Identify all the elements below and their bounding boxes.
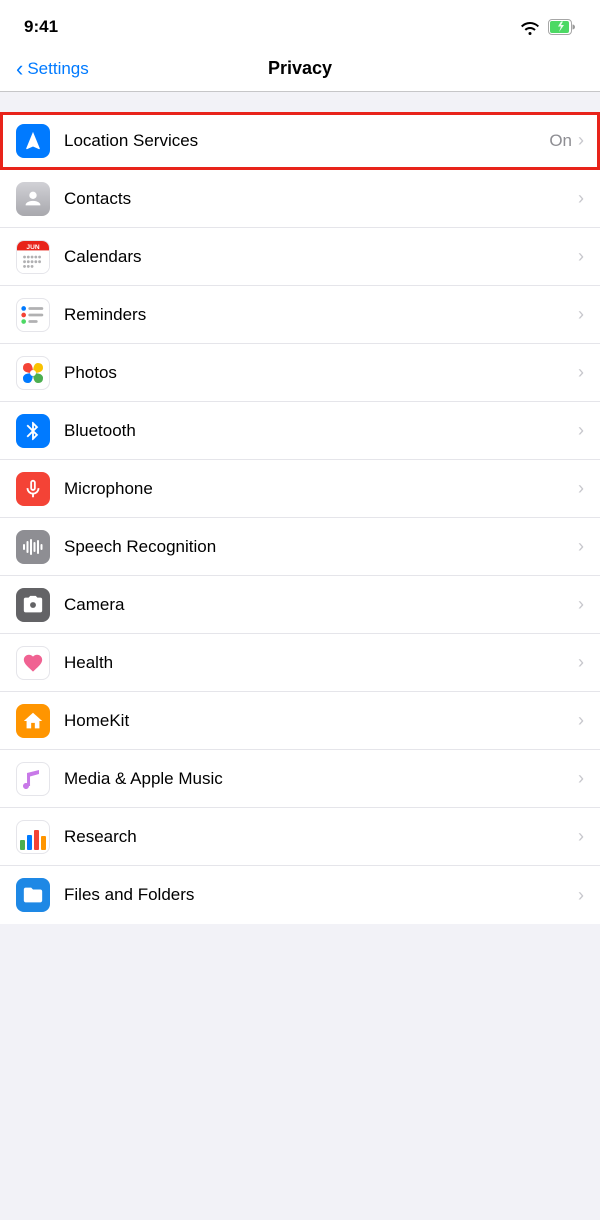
photos-label: Photos	[64, 363, 578, 383]
location-services-chevron: ›	[578, 130, 584, 151]
homekit-icon	[16, 704, 50, 738]
list-item-bluetooth[interactable]: Bluetooth ›	[0, 402, 600, 460]
back-label: Settings	[27, 59, 88, 79]
back-button[interactable]: ‹ Settings	[16, 58, 89, 80]
location-services-label: Location Services	[64, 131, 549, 151]
calendar-icon: JUN	[17, 240, 49, 274]
files-folders-label: Files and Folders	[64, 885, 578, 905]
list-item-reminders[interactable]: Reminders ›	[0, 286, 600, 344]
music-note-icon	[18, 764, 48, 794]
microphone-chevron: ›	[578, 478, 584, 499]
list-item-files-folders[interactable]: Files and Folders ›	[0, 866, 600, 924]
page-title: Privacy	[268, 58, 332, 79]
arrow-icon	[22, 130, 44, 152]
status-time: 9:41	[24, 17, 58, 37]
contacts-icon	[16, 182, 50, 216]
bluetooth-icon	[16, 414, 50, 448]
folder-icon	[22, 884, 44, 906]
photos-chevron: ›	[578, 362, 584, 383]
bluetooth-chevron: ›	[578, 420, 584, 441]
reminders-icon	[16, 298, 50, 332]
speech-recognition-label: Speech Recognition	[64, 537, 578, 557]
health-chevron: ›	[578, 652, 584, 673]
camera-chevron: ›	[578, 594, 584, 615]
list-item-microphone[interactable]: Microphone ›	[0, 460, 600, 518]
chart-bars-icon	[18, 822, 48, 852]
list-item-speech-recognition[interactable]: Speech Recognition ›	[0, 518, 600, 576]
photos-pinwheel-icon	[18, 358, 48, 388]
status-icons	[520, 19, 576, 35]
camera-icon	[16, 588, 50, 622]
back-chevron-icon: ‹	[16, 58, 23, 80]
bluetooth-symbol-icon	[22, 420, 44, 442]
privacy-list: Location Services On › Contacts › JUN	[0, 112, 600, 924]
waveform-icon	[21, 535, 45, 559]
media-apple-music-chevron: ›	[578, 768, 584, 789]
speech-recognition-chevron: ›	[578, 536, 584, 557]
media-apple-music-icon	[16, 762, 50, 796]
research-icon	[16, 820, 50, 854]
contacts-label: Contacts	[64, 189, 578, 209]
calendars-icon: JUN	[16, 240, 50, 274]
person-icon	[22, 188, 44, 210]
contacts-chevron: ›	[578, 188, 584, 209]
list-item-camera[interactable]: Camera ›	[0, 576, 600, 634]
list-item-media-apple-music[interactable]: Media & Apple Music ›	[0, 750, 600, 808]
files-folders-chevron: ›	[578, 885, 584, 906]
microphone-icon	[16, 472, 50, 506]
research-chevron: ›	[578, 826, 584, 847]
reminders-label: Reminders	[64, 305, 578, 325]
reminders-chevron: ›	[578, 304, 584, 325]
research-label: Research	[64, 827, 578, 847]
health-icon	[16, 646, 50, 680]
nav-bar: ‹ Settings Privacy	[0, 50, 600, 92]
reminders-list-icon	[19, 300, 47, 330]
camera-lens-icon	[22, 594, 44, 616]
list-item-calendars[interactable]: JUN	[0, 228, 600, 286]
heart-icon	[22, 652, 44, 674]
location-services-value: On	[549, 131, 572, 151]
health-label: Health	[64, 653, 578, 673]
photos-icon	[16, 356, 50, 390]
list-item-location-services[interactable]: Location Services On ›	[0, 112, 600, 170]
content: Location Services On › Contacts › JUN	[0, 92, 600, 924]
homekit-label: HomeKit	[64, 711, 578, 731]
files-folders-icon	[16, 878, 50, 912]
calendars-label: Calendars	[64, 247, 578, 267]
svg-text:JUN: JUN	[26, 244, 39, 251]
list-item-homekit[interactable]: HomeKit ›	[0, 692, 600, 750]
status-bar: 9:41	[0, 0, 600, 50]
calendars-chevron: ›	[578, 246, 584, 267]
homekit-chevron: ›	[578, 710, 584, 731]
wifi-icon	[520, 19, 540, 35]
microphone-label: Microphone	[64, 479, 578, 499]
list-item-photos[interactable]: Photos ›	[0, 344, 600, 402]
list-item-health[interactable]: Health ›	[0, 634, 600, 692]
home-icon	[22, 710, 44, 732]
mic-icon	[22, 478, 44, 500]
media-apple-music-label: Media & Apple Music	[64, 769, 578, 789]
battery-icon	[548, 19, 576, 35]
list-item-contacts[interactable]: Contacts ›	[0, 170, 600, 228]
list-item-research[interactable]: Research ›	[0, 808, 600, 866]
speech-recognition-icon	[16, 530, 50, 564]
location-services-icon	[16, 124, 50, 158]
camera-label: Camera	[64, 595, 578, 615]
bluetooth-label: Bluetooth	[64, 421, 578, 441]
